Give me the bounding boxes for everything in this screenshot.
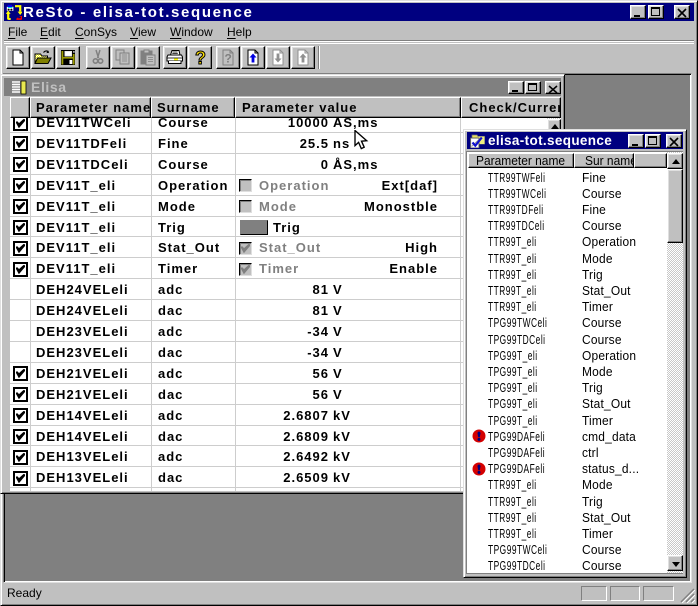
- svg-text:?: ?: [195, 49, 206, 66]
- svg-text:?: ?: [225, 52, 232, 66]
